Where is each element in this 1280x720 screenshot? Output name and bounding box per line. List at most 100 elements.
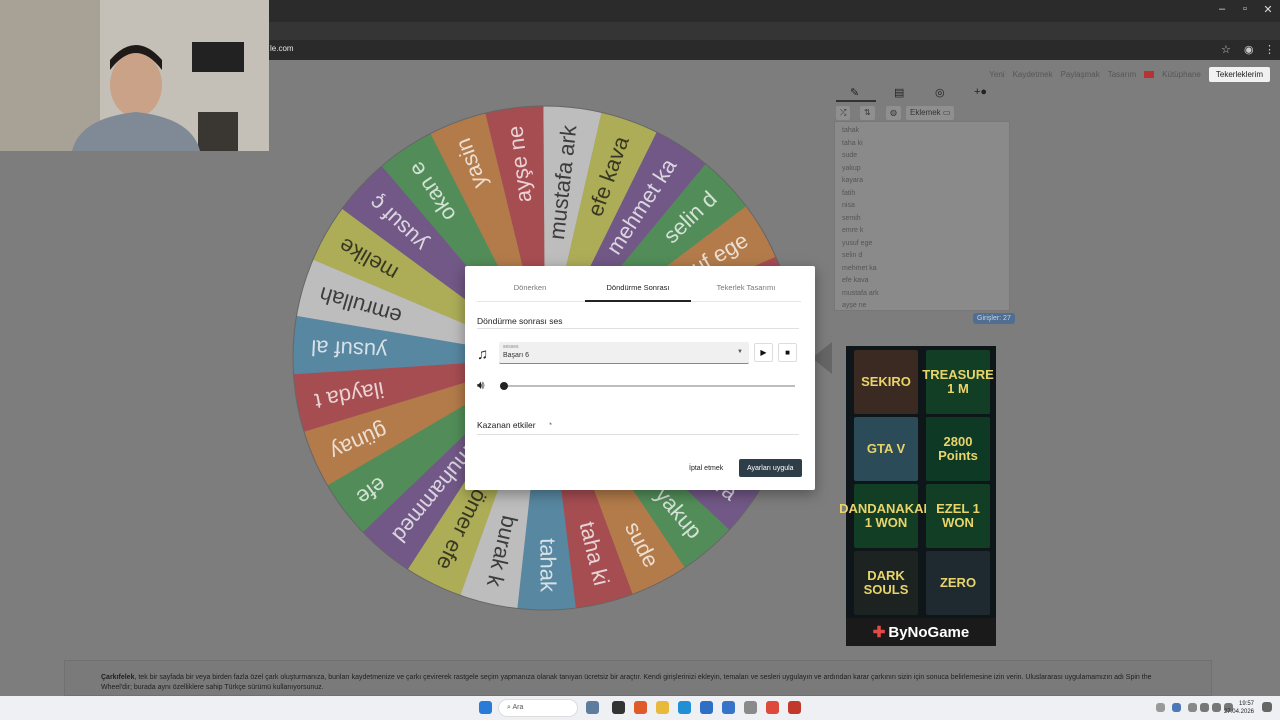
entry-line[interactable]: yusuf ege [842, 238, 1002, 251]
volume-tray-icon[interactable] [1212, 703, 1221, 712]
my-wheels-button[interactable]: Tekerleklerim [1208, 67, 1270, 82]
ad-tile[interactable]: DARK SOULS [854, 551, 918, 615]
sound-select-label: sesses [503, 344, 519, 350]
ad-brand[interactable]: ✚ ByNoGame [846, 618, 996, 646]
bookmark-star-icon[interactable]: ☆ [1221, 43, 1231, 56]
tray-chevron-icon[interactable] [1156, 703, 1165, 712]
clock-time: 19:57 [1238, 701, 1254, 707]
clock-date: 27.04.2026 [1223, 709, 1254, 715]
brand-name: ByNoGame [888, 623, 970, 641]
webcam-image [0, 0, 269, 151]
brand-logo-icon: ✚ [872, 624, 886, 641]
taskbar-search[interactable]: ⌕ Ara [498, 699, 578, 717]
settings-dialog: Dönerken Döndürme Sonrası Tekerlek Tasar… [465, 266, 815, 490]
profile-icon[interactable]: ◉ [1244, 43, 1254, 56]
nav-design[interactable]: Tasarım [1108, 70, 1136, 79]
results-clipboard-icon[interactable]: ▤ [894, 86, 904, 99]
entry-line[interactable]: fatih [842, 188, 1002, 201]
ad-tile[interactable]: ZERO [926, 551, 990, 615]
ad-banner[interactable]: ✚ ByNoGame SEKIRO TREASURE 1 M GTA V 2800 P… [839, 346, 996, 646]
entries-toolbar: ✎ ▤ ◎ +● ⤮ ⇅ ◍ Eklemek ▭ [834, 84, 1010, 124]
shuffle-button[interactable]: ⤮ [836, 106, 851, 120]
tab-while-spinning[interactable]: Dönerken [477, 283, 583, 302]
entry-line[interactable]: kayara [842, 175, 1002, 188]
entry-line[interactable]: yakup [842, 163, 1002, 176]
clock[interactable]: 19:57 27.04.2026 [1224, 700, 1254, 716]
volume-slider-knob[interactable] [500, 382, 508, 390]
entries-textarea[interactable]: tahak taha ki sude yakup kayara fatih nisa semi… [834, 121, 1010, 311]
entry-line[interactable]: mustafa ark [842, 288, 1002, 301]
entry-line[interactable]: emre k [842, 225, 1002, 238]
entry-line[interactable]: nisa [842, 200, 1002, 213]
entry-line[interactable]: semih [842, 213, 1002, 226]
app-icon[interactable] [634, 701, 647, 714]
wifi-icon[interactable] [1200, 703, 1209, 712]
volume-slider[interactable] [500, 382, 795, 390]
entry-line[interactable]: efe kava [842, 275, 1002, 288]
browser-menu-icon[interactable]: ⋮ [1264, 43, 1275, 56]
store-icon[interactable] [700, 701, 713, 714]
edit-pencil-icon[interactable]: ✎ [850, 86, 859, 99]
add-entry-label: Eklemek [910, 108, 941, 117]
entry-line[interactable]: taha ki [842, 138, 1002, 151]
nav-new[interactable]: Yeni [989, 70, 1004, 79]
widgets-icon[interactable] [586, 701, 599, 714]
description-title: Çarkıfelek [101, 674, 135, 681]
entry-line[interactable]: mehmet ka [842, 263, 1002, 276]
maximize-button[interactable]: ▫ [1237, 3, 1253, 15]
cancel-button[interactable]: İptal etmek [683, 459, 730, 477]
settings-gear-icon[interactable] [744, 701, 757, 714]
nav-save[interactable]: Kaydetmek [1013, 70, 1053, 79]
divider [477, 328, 799, 329]
mail-icon[interactable] [722, 701, 735, 714]
effects-toggle[interactable]: ◔ [547, 419, 552, 429]
search-icon: ⌕ [507, 704, 511, 711]
sort-button[interactable]: ⇅ [860, 106, 875, 120]
nav-library[interactable]: Kütüphane [1162, 70, 1201, 79]
taskbar: ⌕ Ara 19:57 27.04.2026 [0, 696, 1280, 720]
task-view-icon[interactable] [612, 701, 625, 714]
ad-tile[interactable]: GTA V [854, 417, 918, 481]
chrome-icon[interactable] [766, 701, 779, 714]
image-add-button[interactable]: ◍ [886, 106, 901, 120]
ad-tile[interactable]: EZEL 1 WON [926, 484, 990, 548]
recorder-icon[interactable] [788, 701, 801, 714]
ad-tile[interactable]: 2800 Points [926, 417, 990, 481]
language-icon[interactable] [1188, 703, 1197, 712]
ad-tile[interactable]: DANDANAKAN 1 WON [839, 484, 933, 548]
edge-icon[interactable] [678, 701, 691, 714]
add-color-icon[interactable]: +● [974, 86, 987, 98]
wheel-segment-label: yusuf al [311, 335, 388, 364]
sound-select[interactable]: sesses Başarı 6 ▼ [499, 342, 749, 364]
tab-wheel-design[interactable]: Tekerlek Tasarımı [693, 283, 799, 302]
music-note-icon: ♫ [477, 346, 489, 363]
flag-icon[interactable] [1144, 71, 1155, 78]
play-button[interactable]: ▶ [754, 343, 773, 362]
apply-settings-button[interactable]: Ayarları uygula [739, 459, 802, 477]
url-text: le.com [270, 44, 294, 53]
tab-after-spin[interactable]: Döndürme Sonrası [585, 283, 691, 302]
ad-tile[interactable]: SEKIRO [854, 350, 918, 414]
start-windows-icon[interactable] [479, 701, 492, 714]
notification-icon[interactable] [1262, 702, 1272, 712]
hide-eye-icon[interactable]: ◎ [935, 86, 945, 99]
wheel-pointer [812, 342, 832, 374]
close-window-button[interactable]: ✕ [1260, 3, 1276, 16]
nav-share[interactable]: Paylaşmak [1061, 70, 1100, 79]
file-explorer-icon[interactable] [656, 701, 669, 714]
minimize-button[interactable]: – [1214, 3, 1230, 15]
entry-line[interactable]: sude [842, 150, 1002, 163]
webcam-overlay [0, 0, 269, 151]
entry-line[interactable]: selin d [842, 250, 1002, 263]
description-text: , tek bir sayfada bir veya birden fazla … [101, 674, 1152, 691]
stop-button[interactable]: ■ [778, 343, 797, 362]
effects-section-title: Kazanan etkiler [477, 420, 536, 430]
ad-tile[interactable]: TREASURE 1 M [922, 350, 994, 414]
top-navigation: Yeni Kaydetmek Paylaşmak Tasarım Kütüpha… [989, 67, 1270, 82]
tray-app-icon[interactable] [1172, 703, 1181, 712]
entry-line[interactable]: tahak [842, 125, 1002, 138]
entry-line[interactable]: ayşe ne [842, 300, 1002, 310]
sound-section-title: Döndürme sonrası ses [477, 316, 563, 326]
add-entry-button[interactable]: Eklemek ▭ [906, 106, 955, 120]
taskbar-search-text: Ara [512, 704, 524, 711]
